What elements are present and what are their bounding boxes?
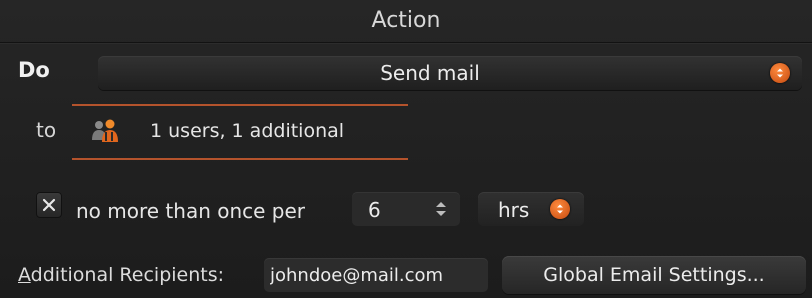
title-divider xyxy=(0,42,812,43)
to-label: to xyxy=(36,118,57,142)
unit-stepper-icon[interactable] xyxy=(550,199,570,219)
recipients-summary: 1 users, 1 additional xyxy=(150,120,345,142)
spinner-arrows-icon[interactable] xyxy=(434,200,448,218)
additional-recipients-input[interactable] xyxy=(264,258,488,292)
panel-title: Action xyxy=(371,8,441,33)
global-email-settings-button[interactable]: Global Email Settings... xyxy=(502,256,806,294)
interval-spinner[interactable]: 6 xyxy=(352,192,460,226)
up-down-stepper-icon[interactable] xyxy=(770,63,790,83)
action-dropdown-value: Send mail xyxy=(380,61,480,85)
action-dropdown[interactable]: Send mail xyxy=(98,56,802,90)
interval-unit-value: hrs xyxy=(498,198,530,222)
interval-unit-dropdown[interactable]: hrs xyxy=(478,192,584,226)
additional-recipients-field[interactable] xyxy=(264,258,488,292)
recipients-selector[interactable]: 1 users, 1 additional xyxy=(72,104,408,160)
do-label: Do xyxy=(18,58,50,82)
action-panel: Action Do Send mail to 1 users, 1 additi… xyxy=(0,0,812,298)
rate-limit-checkbox[interactable] xyxy=(36,192,62,218)
rate-limit-label: no more than once per xyxy=(76,199,306,223)
interval-value: 6 xyxy=(368,198,381,222)
additional-recipients-label: Additional Recipients: xyxy=(18,264,225,286)
users-icon xyxy=(92,119,118,142)
check-x-icon xyxy=(42,198,56,212)
